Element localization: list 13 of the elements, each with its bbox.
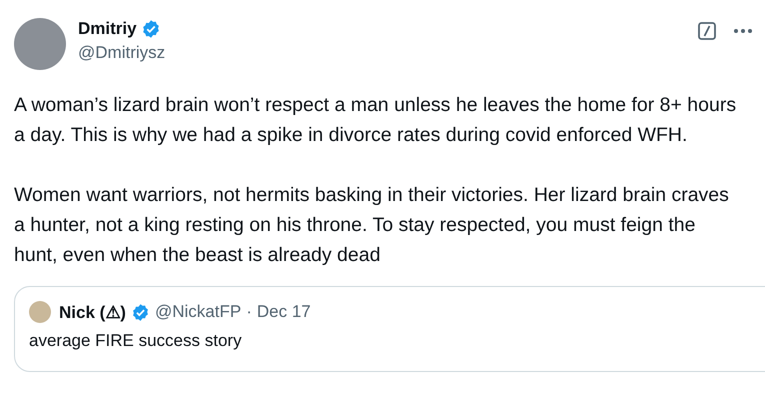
more-icon[interactable] <box>733 28 753 34</box>
tweet-text: A woman’s lizard brain won’t respect a man unless he leaves the home for 8+ hours a day. This is why we had a spike in divorce rates during covid enforced WFH. <box>14 93 738 148</box>
avatar[interactable] <box>14 18 66 70</box>
quoted-date[interactable]: Dec 17 <box>256 302 311 322</box>
quoted-tweet-card[interactable]: Nick (⚠) @NickatFP · Dec 17 average FIRE success story <box>14 286 765 372</box>
author-handle[interactable]: @Dmitriysz <box>78 43 685 63</box>
slash-box-icon[interactable] <box>697 21 717 41</box>
author-name[interactable]: Dmitriy <box>78 19 137 39</box>
tweet-text: Women want warriors, not hermits basking in their victories. Her lizard brain craves a hunter, not a king resting on his throne. To stay respected, you must feign the hunt, even when the beast is already dead <box>14 183 730 268</box>
quoted-tweet-text: average FIRE success story <box>29 331 243 351</box>
separator: · <box>246 302 252 322</box>
quoted-author-name[interactable]: Nick (⚠) <box>59 302 126 322</box>
quoted-author-handle[interactable]: @NickatFP <box>154 302 242 322</box>
